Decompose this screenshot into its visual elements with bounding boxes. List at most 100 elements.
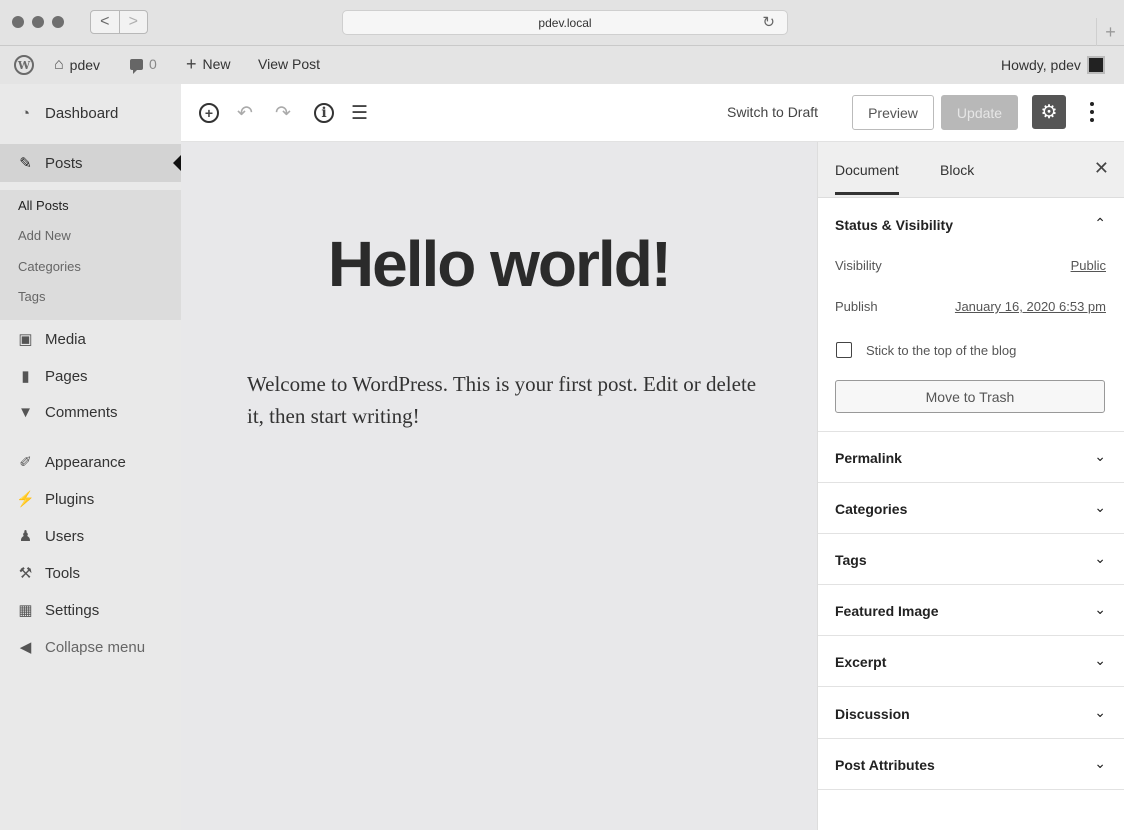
visibility-link[interactable]: Public — [1071, 258, 1106, 273]
menu-item-settings[interactable]: ▦ Settings — [0, 591, 181, 629]
divider — [818, 533, 1124, 534]
settings-icon: ▦ — [18, 602, 33, 619]
panel-featured-image[interactable]: Featured Image — [835, 603, 938, 619]
address-bar[interactable]: pdev.local ↻ — [342, 10, 788, 35]
menu-label: Media — [45, 330, 86, 348]
submenu-tags[interactable]: Tags — [18, 289, 45, 304]
home-icon: ⌂ — [54, 56, 64, 73]
block-navigation-button[interactable]: ☰ — [351, 102, 368, 125]
howdy-label: Howdy, pdev — [1001, 57, 1081, 73]
chevron-down-icon[interactable]: ⌄ — [1094, 704, 1106, 721]
publish-label: Publish — [835, 299, 878, 314]
menu-item-tools[interactable]: ⚒ Tools — [0, 554, 181, 592]
info-icon: i — [314, 103, 334, 123]
menu-item-plugins[interactable]: ⚡ Plugins — [0, 480, 181, 518]
menu-item-appearance[interactable]: ✐ Appearance — [0, 443, 181, 481]
publish-date-link[interactable]: January 16, 2020 6:53 pm — [955, 299, 1106, 314]
panel-categories[interactable]: Categories — [835, 501, 907, 517]
switch-to-draft-button[interactable]: Switch to Draft — [727, 104, 818, 120]
close-icon[interactable]: ✕ — [1094, 158, 1109, 179]
menu-label: Dashboard — [45, 104, 119, 122]
panel-post-attributes[interactable]: Post Attributes — [835, 757, 935, 773]
menu-label: Tools — [45, 564, 81, 582]
panel-permalink[interactable]: Permalink — [835, 450, 902, 466]
chevron-down-icon[interactable]: ⌄ — [1094, 550, 1106, 567]
url-text: pdev.local — [538, 16, 592, 30]
account-menu[interactable]: Howdy, pdev — [1001, 56, 1105, 74]
plus-icon: + — [186, 54, 197, 74]
redo-button[interactable]: ↷ — [275, 102, 291, 125]
wordpress-logo-icon[interactable]: W — [14, 55, 34, 75]
divider — [818, 738, 1124, 739]
new-tab-button[interactable]: + — [1096, 18, 1124, 46]
redo-icon: ↷ — [275, 103, 291, 124]
divider — [818, 686, 1124, 687]
panel-excerpt[interactable]: Excerpt — [835, 654, 886, 670]
settings-toggle-button[interactable]: ⚙ — [1032, 95, 1066, 129]
submenu-categories[interactable]: Categories — [18, 259, 81, 274]
post-title[interactable]: Hello world! — [181, 227, 817, 301]
browser-toolbar: < > pdev.local ↻ + — [0, 0, 1124, 46]
wrench-icon: ⚒ — [18, 565, 33, 582]
menu-item-comments[interactable]: ▼ Comments — [0, 393, 181, 431]
sticky-checkbox[interactable] — [836, 342, 852, 358]
content-info-button[interactable]: i — [314, 103, 334, 123]
menu-label: Comments — [45, 403, 118, 421]
chevron-up-icon[interactable]: ⌃ — [1094, 215, 1106, 232]
menu-item-posts[interactable]: ✎ Posts — [0, 144, 181, 182]
sticky-label: Stick to the top of the blog — [866, 343, 1017, 358]
divider — [818, 635, 1124, 636]
menu-item-users[interactable]: ♟ Users — [0, 517, 181, 555]
settings-sidebar: Document Block ✕ Status & Visibility ⌃ V… — [817, 142, 1124, 830]
editor-toolbar: + ↶ ↷ i ☰ Switch to Draft Preview Update… — [181, 84, 1124, 142]
chevron-down-icon[interactable]: ⌄ — [1094, 755, 1106, 772]
preview-button[interactable]: Preview — [852, 95, 934, 130]
move-to-trash-button[interactable]: Move to Trash — [835, 380, 1105, 413]
gear-icon: ⚙ — [1040, 101, 1058, 123]
comments-icon: ▼ — [18, 403, 33, 421]
tab-block[interactable]: Block — [940, 162, 974, 178]
panel-tags[interactable]: Tags — [835, 552, 867, 568]
chevron-down-icon[interactable]: ⌄ — [1094, 601, 1106, 618]
wp-admin-bar: W ⌂ pdev 0 + New View Post Howdy, pdev — [0, 46, 1124, 84]
panel-discussion[interactable]: Discussion — [835, 706, 910, 722]
close-window-button[interactable] — [12, 16, 24, 28]
divider — [818, 789, 1124, 790]
divider — [818, 431, 1124, 432]
tab-document[interactable]: Document — [835, 162, 899, 195]
collapse-menu-button[interactable]: ◀ Collapse menu — [0, 628, 181, 666]
minimize-window-button[interactable] — [32, 16, 44, 28]
add-block-button[interactable]: + — [199, 103, 219, 123]
menu-label: Pages — [45, 367, 88, 385]
menu-item-pages[interactable]: ▮ Pages — [0, 357, 181, 395]
update-button[interactable]: Update — [941, 95, 1018, 130]
paragraph-block[interactable]: Welcome to WordPress. This is your first… — [247, 368, 767, 432]
chevron-down-icon[interactable]: ⌄ — [1094, 499, 1106, 516]
menu-label: Plugins — [45, 490, 95, 508]
undo-button[interactable]: ↶ — [237, 102, 253, 125]
reload-icon[interactable]: ↻ — [762, 13, 775, 31]
forward-button[interactable]: > — [118, 11, 148, 33]
comments-count: 0 — [149, 56, 157, 72]
chevron-down-icon[interactable]: ⌄ — [1094, 652, 1106, 669]
more-menu-button[interactable] — [1085, 97, 1099, 127]
menu-item-dashboard[interactable]: ◔ Dashboard — [0, 94, 181, 132]
zoom-window-button[interactable] — [52, 16, 64, 28]
view-post-link[interactable]: View Post — [258, 56, 320, 72]
menu-label: Settings — [45, 601, 100, 619]
visibility-label: Visibility — [835, 258, 882, 273]
dashboard-icon: ◔ — [20, 104, 31, 122]
divider — [818, 584, 1124, 585]
menu-item-media[interactable]: ▣ Media — [0, 320, 181, 358]
back-button[interactable]: < — [91, 11, 119, 33]
new-content-link[interactable]: + New — [186, 54, 231, 74]
chevron-down-icon[interactable]: ⌄ — [1094, 448, 1106, 465]
pages-icon: ▮ — [21, 368, 30, 385]
submenu-all-posts[interactable]: All Posts — [18, 198, 69, 213]
site-name-link[interactable]: ⌂ pdev — [54, 56, 100, 74]
menu-label: Posts — [45, 154, 83, 172]
submenu-add-new[interactable]: Add New — [18, 228, 71, 243]
comments-link[interactable]: 0 — [130, 56, 157, 74]
media-icon: ▣ — [18, 331, 33, 348]
status-visibility-title[interactable]: Status & Visibility — [835, 217, 953, 233]
